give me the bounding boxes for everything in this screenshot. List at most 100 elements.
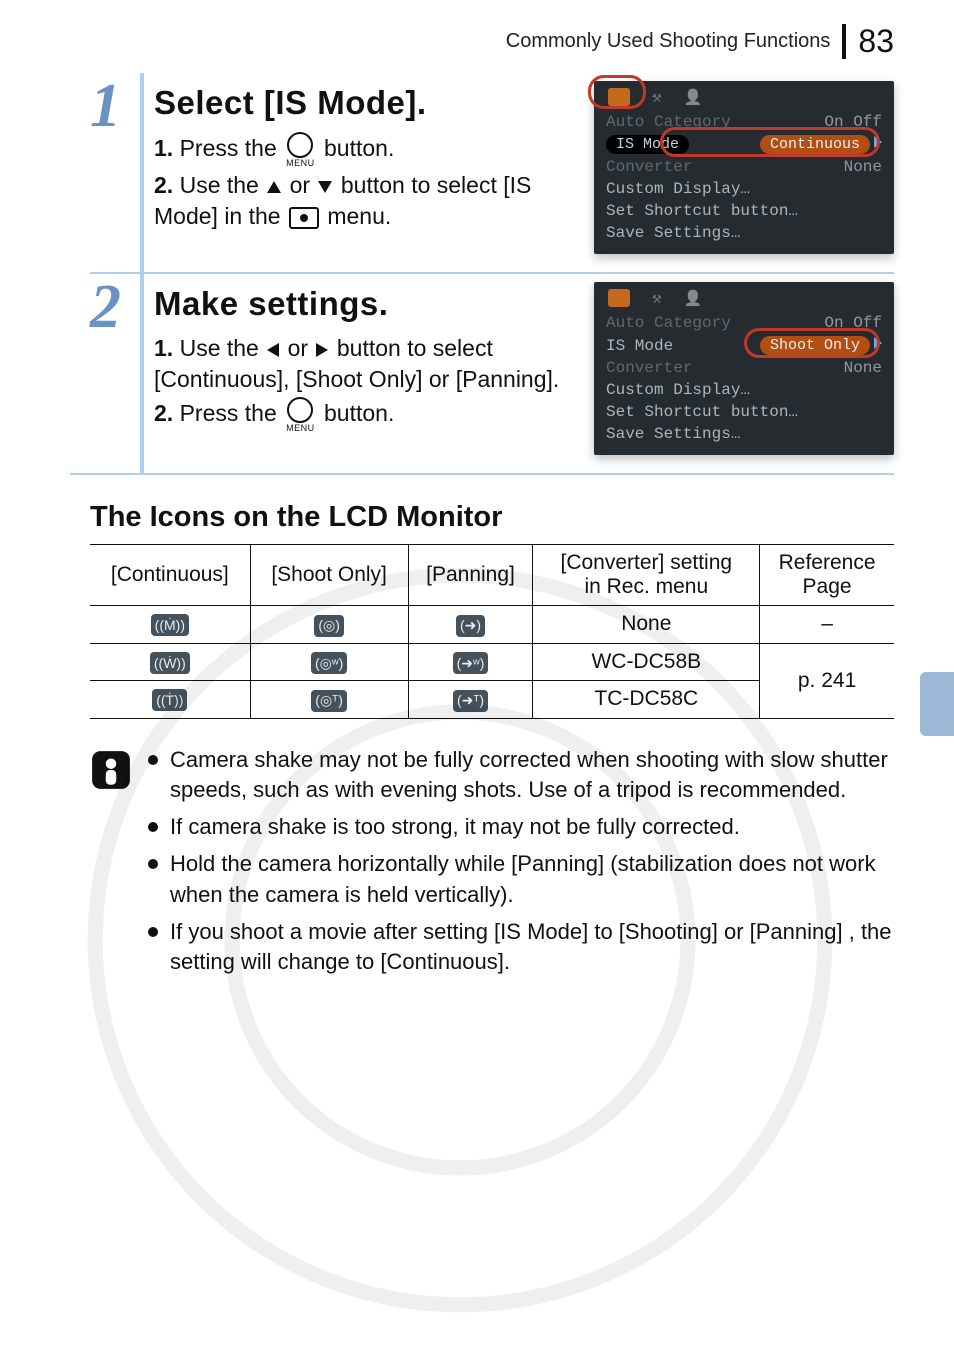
camera-menu-label: Custom Display…	[606, 381, 750, 399]
tools-tab-icon	[652, 288, 662, 308]
substep-number: 1.	[154, 135, 173, 161]
section-heading: The Icons on the LCD Monitor	[90, 501, 894, 534]
table-header: Reference Page	[760, 545, 894, 606]
table-header: [Continuous]	[90, 545, 250, 606]
camera-menu-label: Set Shortcut button…	[606, 403, 798, 421]
down-arrow-icon	[318, 181, 332, 193]
camera-menu-label: Save Settings…	[606, 224, 740, 242]
camera-menu-row: Save Settings…	[604, 423, 884, 445]
substep-text: Press the	[180, 400, 284, 426]
substep: 2. Use the or button to select [IS Mode]…	[154, 170, 580, 232]
left-arrow-icon	[267, 343, 279, 357]
note-item: Camera shake may not be fully corrected …	[148, 745, 894, 807]
is-continuous-icon: ((Ṁ))	[151, 614, 189, 636]
chevron-right-icon	[874, 337, 882, 349]
table-cell: p. 241	[760, 643, 894, 718]
note-item: If camera shake is too strong, it may no…	[148, 812, 894, 843]
step-number: 1	[90, 73, 144, 272]
is-shoot-only-icon: (◎ʷ)	[311, 652, 347, 674]
camera-menu-label: Auto Category	[606, 113, 731, 131]
note-item: If you shoot a movie after setting [IS M…	[148, 917, 894, 979]
camera-menu-value-selected: Shoot Only	[760, 336, 870, 355]
camera-menu-row: Set Shortcut button…	[604, 401, 884, 423]
camera-menu-row: IS Mode Shoot Only	[604, 334, 884, 357]
header-page-number: 83	[842, 24, 894, 59]
icons-table: [Continuous] [Shoot Only] [Panning] [Con…	[90, 544, 894, 719]
camera-menu-row: Custom Display…	[604, 379, 884, 401]
camera-menu-value: None	[844, 158, 882, 176]
rec-menu-icon	[289, 207, 319, 229]
camera-screenshot: Auto Category On Off IS Mode Shoot Only …	[594, 282, 894, 455]
up-arrow-icon	[267, 181, 281, 193]
camera-tab-icon	[608, 289, 630, 307]
menu-button-icon: MENU	[286, 132, 315, 168]
table-header: [Shoot Only]	[250, 545, 408, 606]
is-shoot-only-icon: (◎)	[314, 615, 344, 637]
table-row: ((Ṁ)) (◎) (➜) None –	[90, 606, 894, 644]
camera-menu-value: None	[844, 359, 882, 377]
camera-menu-label: Save Settings…	[606, 425, 740, 443]
substep-text: Press the	[180, 135, 284, 161]
is-shoot-only-icon: (◎ᵀ)	[311, 690, 347, 712]
substep-text: or	[290, 172, 317, 198]
camera-screenshot: Auto Category On Off IS Mode Continuous …	[594, 81, 894, 254]
table-header: [Panning]	[408, 545, 533, 606]
substep: 1. Use the or button to select [Continuo…	[154, 333, 580, 395]
mycamera-tab-icon	[684, 88, 703, 107]
tools-tab-icon	[652, 87, 662, 107]
camera-menu-label: Converter	[606, 359, 692, 377]
camera-menu-row: IS Mode Continuous	[604, 133, 884, 156]
header-section: Commonly Used Shooting Functions	[506, 30, 831, 53]
substep-text: button.	[324, 135, 394, 161]
camera-menu-label: Set Shortcut button…	[606, 202, 798, 220]
camera-menu-label: IS Mode	[606, 337, 673, 355]
is-panning-icon: (➜)	[456, 615, 485, 637]
is-continuous-icon: ((Ṫ))	[152, 689, 187, 711]
table-cell: None	[533, 606, 760, 644]
is-continuous-icon: ((Ẇ))	[150, 652, 190, 674]
right-arrow-icon	[316, 343, 328, 357]
table-header: [Converter] setting in Rec. menu	[533, 545, 760, 606]
table-cell: –	[760, 606, 894, 644]
camera-menu-row: Converter None	[604, 156, 884, 178]
warning-icon	[90, 749, 132, 791]
camera-menu-value-selected: Continuous	[760, 135, 870, 154]
note-item: Hold the camera horizontally while [Pann…	[148, 849, 894, 911]
step-title: Make settings.	[154, 282, 580, 327]
table-cell: WC-DC58B	[533, 643, 760, 681]
camera-menu-row: Converter None	[604, 357, 884, 379]
substep-number: 1.	[154, 335, 173, 361]
camera-menu-value: On Off	[824, 314, 882, 332]
substep-number: 2.	[154, 172, 173, 198]
substep-text: button.	[324, 400, 394, 426]
is-panning-icon: (➜ʷ)	[453, 652, 489, 674]
table-row: ((Ẇ)) (◎ʷ) (➜ʷ) WC-DC58B p. 241	[90, 643, 894, 681]
camera-menu-row: Custom Display…	[604, 178, 884, 200]
camera-menu-row: Save Settings…	[604, 222, 884, 244]
menu-button-icon: MENU	[286, 397, 315, 433]
note-block: Camera shake may not be fully corrected …	[90, 745, 894, 985]
substep: 2. Press the MENU button.	[154, 397, 580, 433]
mycamera-tab-icon	[684, 289, 703, 308]
camera-menu-label: Auto Category	[606, 314, 731, 332]
side-tab	[920, 672, 954, 736]
table-cell: TC-DC58C	[533, 681, 760, 719]
is-panning-icon: (➜ᵀ)	[453, 690, 488, 712]
substep-text: Use the	[180, 172, 266, 198]
step-title: Select [IS Mode].	[154, 81, 580, 126]
substep-text: Use the	[180, 335, 266, 361]
camera-menu-row: Auto Category On Off	[604, 312, 884, 334]
camera-menu-label: Custom Display…	[606, 180, 750, 198]
camera-menu-row: Set Shortcut button…	[604, 200, 884, 222]
substep-text: or	[288, 335, 315, 361]
camera-tab-icon	[608, 88, 630, 106]
chevron-right-icon	[874, 136, 882, 148]
substep-text: menu.	[327, 203, 391, 229]
substep: 1. Press the MENU button.	[154, 132, 580, 168]
step-number: 2	[90, 274, 144, 473]
substep-number: 2.	[154, 400, 173, 426]
camera-menu-label-selected: IS Mode	[606, 135, 689, 154]
camera-menu-row: Auto Category On Off	[604, 111, 884, 133]
camera-menu-label: Converter	[606, 158, 692, 176]
camera-menu-value: On Off	[824, 113, 882, 131]
